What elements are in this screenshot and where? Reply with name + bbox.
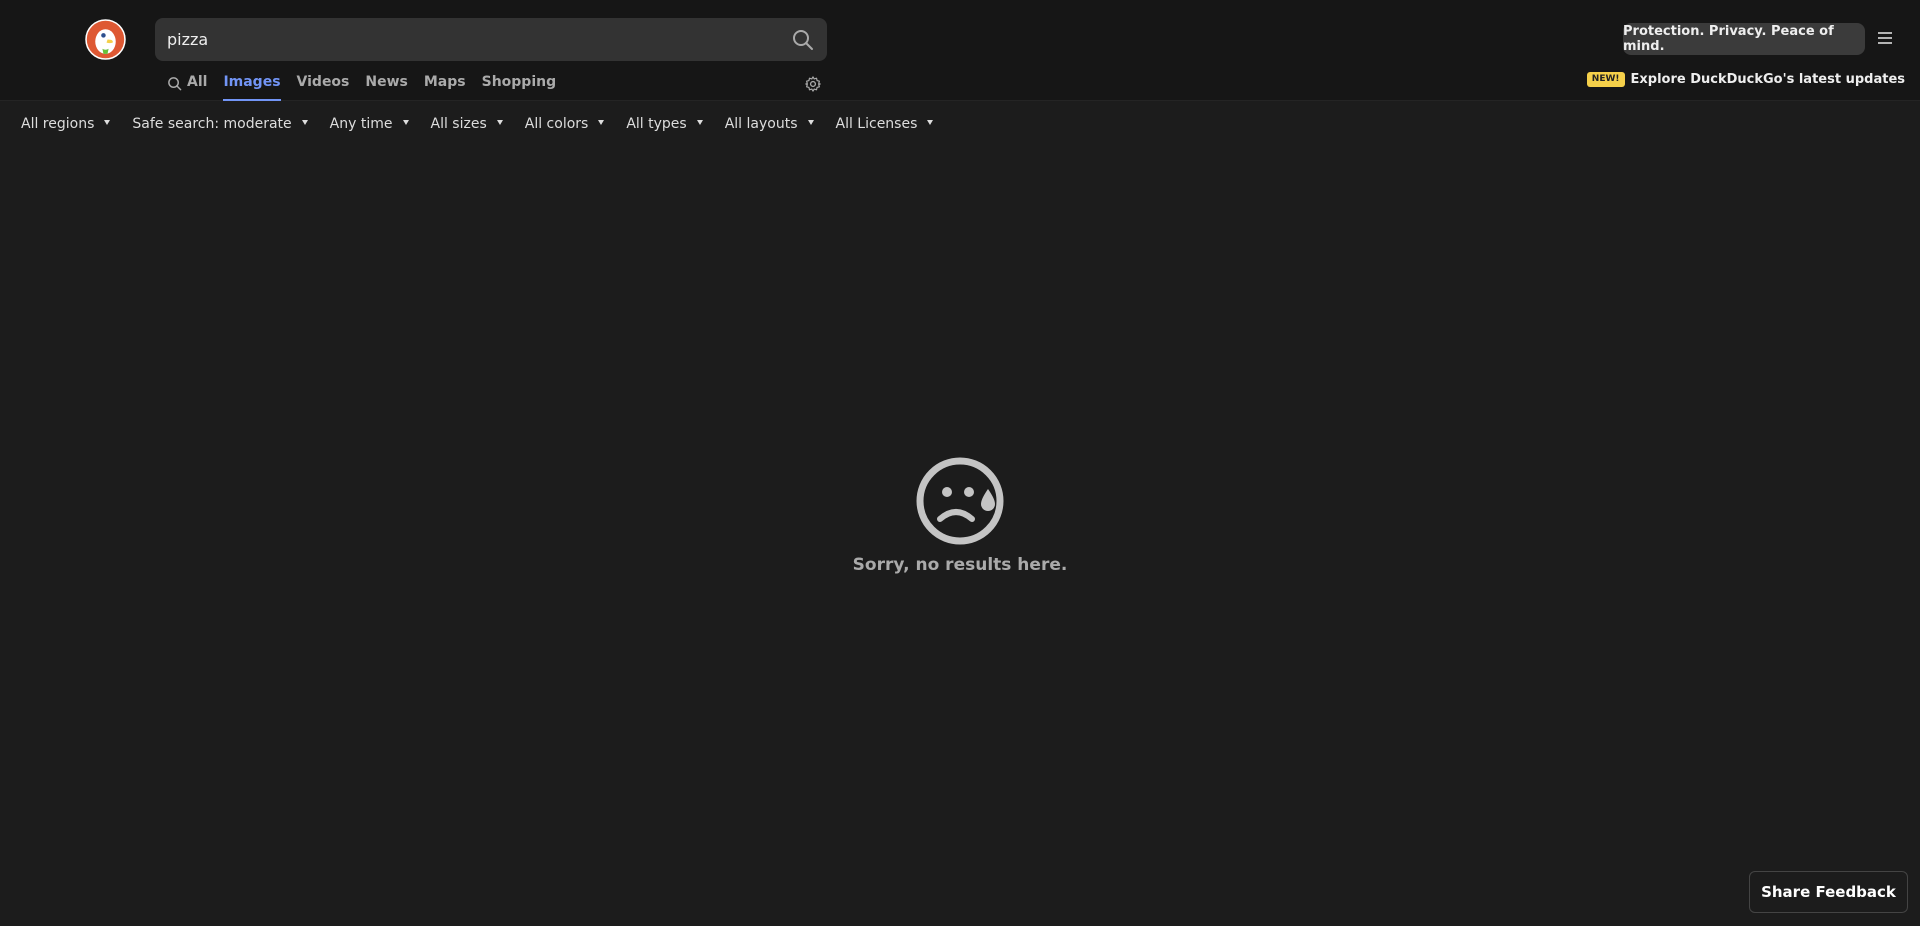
filter-layout[interactable]: All layouts: [725, 116, 814, 132]
tab-images[interactable]: Images: [223, 70, 281, 101]
filter-label: All regions: [21, 116, 95, 132]
caret-down-icon: [807, 119, 814, 125]
filter-type[interactable]: All types: [626, 116, 703, 132]
filter-label: All Licenses: [835, 116, 918, 132]
promo-label: Protection. Privacy. Peace of mind.: [1623, 24, 1834, 54]
privacy-promo-button[interactable]: Protection. Privacy. Peace of mind.: [1623, 23, 1865, 55]
tab-label: All: [187, 74, 208, 90]
filter-color[interactable]: All colors: [525, 116, 605, 132]
tab-label: Maps: [423, 74, 466, 90]
filter-size[interactable]: All sizes: [431, 116, 503, 132]
tab-maps[interactable]: Maps: [424, 70, 466, 101]
caret-down-icon: [696, 119, 703, 125]
search-input[interactable]: [167, 18, 767, 61]
tab-shopping[interactable]: Shopping: [482, 70, 557, 101]
tab-label: Images: [223, 74, 281, 90]
sad-face-icon: [916, 457, 1004, 545]
filter-safe-search[interactable]: Safe search: moderate: [132, 116, 308, 132]
tab-videos[interactable]: Videos: [297, 70, 350, 101]
filter-label: All layouts: [724, 116, 798, 132]
search-tabs: All Images Videos News Maps Shopping: [167, 70, 572, 101]
no-results-message: Sorry, no results here.: [852, 555, 1068, 575]
new-badge: NEW!: [1586, 71, 1625, 87]
caret-down-icon: [301, 119, 308, 125]
latest-updates-link[interactable]: NEW! Explore DuckDuckGo's latest updates: [1586, 70, 1906, 88]
tab-news[interactable]: News: [365, 70, 407, 101]
tab-all[interactable]: All: [167, 70, 207, 101]
updates-label: Explore DuckDuckGo's latest updates: [1630, 71, 1906, 87]
filter-label: Any time: [329, 116, 393, 132]
gear-icon[interactable]: [804, 75, 822, 93]
filter-time[interactable]: Any time: [330, 116, 409, 132]
search-box: [155, 18, 827, 61]
duckduckgo-logo[interactable]: [85, 19, 126, 60]
filter-label: Safe search: moderate: [132, 116, 292, 132]
tab-label: Shopping: [481, 74, 557, 90]
tab-label: News: [365, 74, 408, 90]
caret-down-icon: [598, 119, 605, 125]
filter-label: All sizes: [430, 116, 487, 132]
no-results: Sorry, no results here.: [0, 455, 1920, 575]
caret-down-icon: [496, 119, 503, 125]
caret-down-icon: [402, 119, 409, 125]
header: All Images Videos News Maps Shopping Pro…: [0, 0, 1920, 101]
image-filters: All regions Safe search: moderate Any ti…: [21, 115, 955, 133]
filter-label: All colors: [524, 116, 589, 132]
caret-down-icon: [104, 119, 111, 125]
tab-label: Videos: [296, 74, 350, 90]
search-icon[interactable]: [791, 28, 815, 52]
filter-license[interactable]: All Licenses: [836, 116, 934, 132]
caret-down-icon: [927, 119, 934, 125]
feedback-label: Share Feedback: [1761, 883, 1896, 901]
search-icon: [168, 77, 182, 91]
hamburger-menu-icon[interactable]: [1877, 30, 1893, 46]
filter-region[interactable]: All regions: [21, 116, 111, 132]
share-feedback-button[interactable]: Share Feedback: [1749, 871, 1908, 913]
filter-label: All types: [626, 116, 687, 132]
